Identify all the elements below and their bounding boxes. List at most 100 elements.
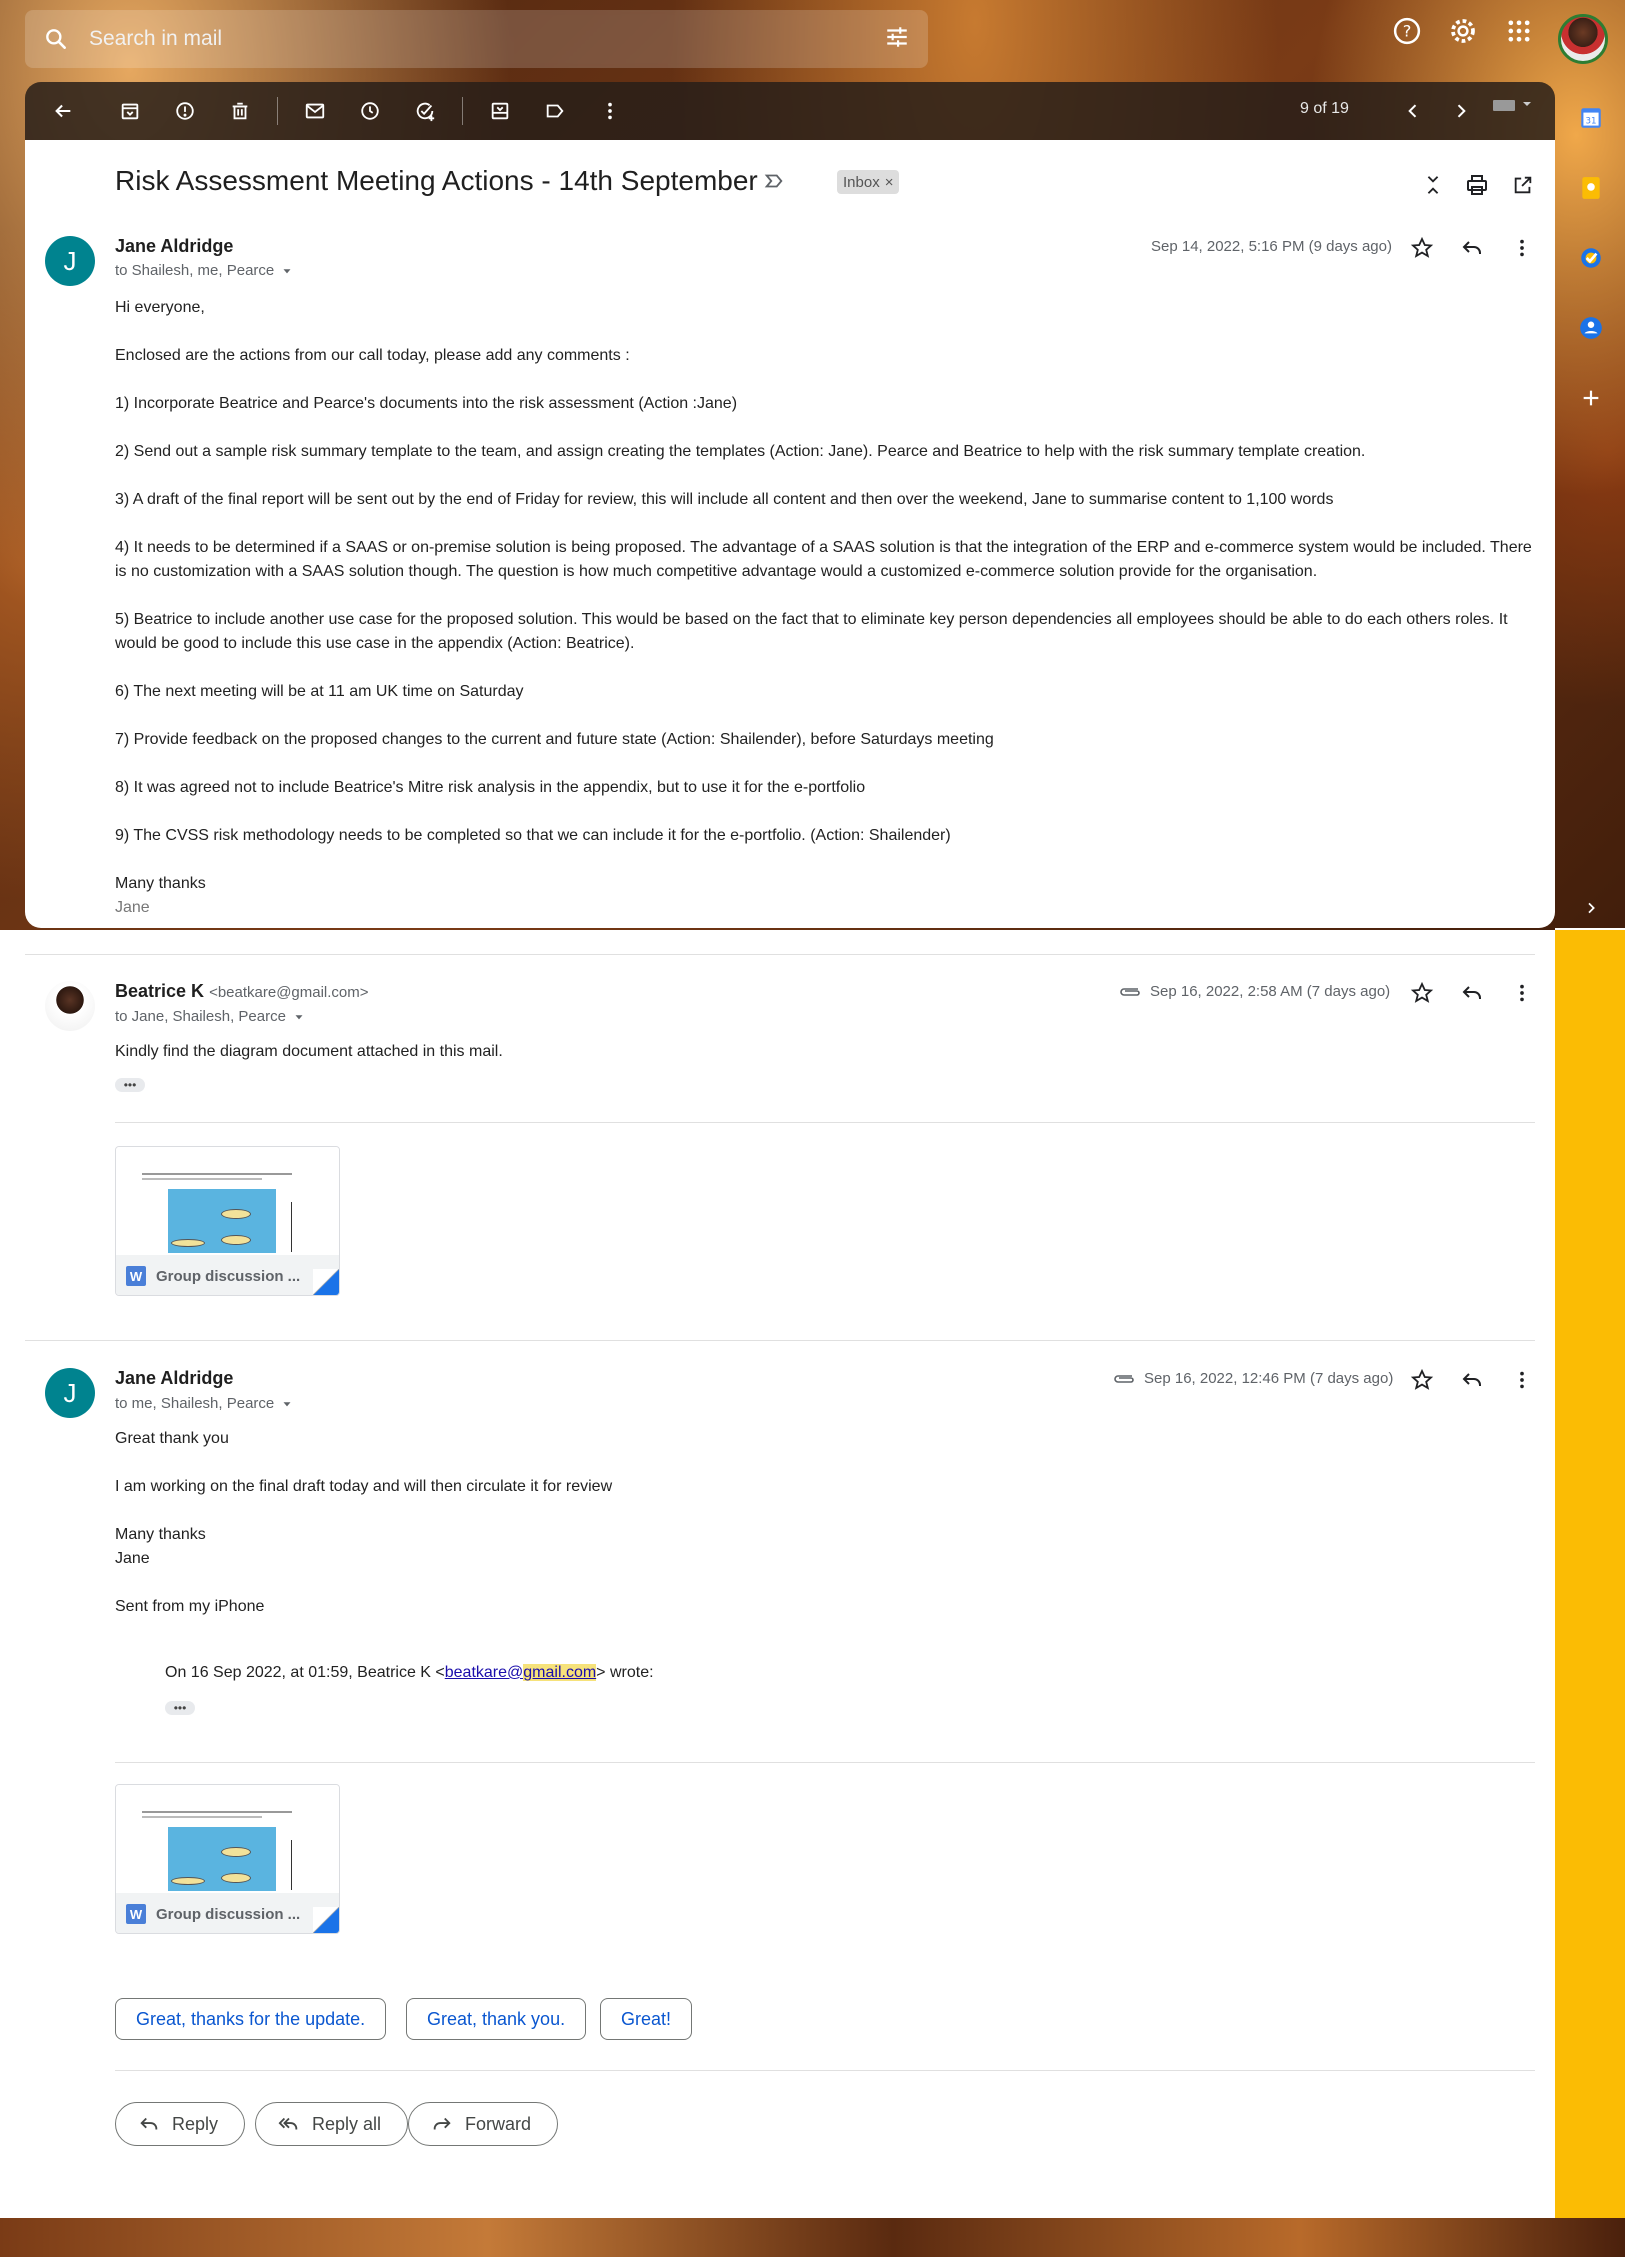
delete-icon[interactable] xyxy=(222,93,258,129)
recipients-text: to Shailesh, me, Pearce xyxy=(115,262,275,279)
sender-avatar[interactable] xyxy=(45,981,95,1031)
mark-unread-icon[interactable] xyxy=(297,93,333,129)
body-paragraph: 9) The CVSS risk methodology needs to be… xyxy=(115,827,951,844)
sender-name[interactable]: Jane Aldridge xyxy=(115,1368,233,1389)
signature: Jane xyxy=(115,899,150,916)
reply-button[interactable]: Reply xyxy=(115,2102,246,2146)
quoted-email-link[interactable]: beatkare@gmail.com xyxy=(444,1664,597,1681)
search-options-icon[interactable] xyxy=(884,24,910,55)
report-spam-icon[interactable] xyxy=(167,93,203,129)
inbox-label-chip[interactable]: Inbox × xyxy=(837,170,900,194)
sender-name[interactable]: Beatrice K <beatkare@gmail.com> xyxy=(115,981,369,1002)
contacts-icon[interactable] xyxy=(1573,310,1609,346)
reply-icon[interactable] xyxy=(1456,1364,1488,1396)
help-icon[interactable]: ? xyxy=(1390,14,1424,48)
message-body: Kindly find the diagram document attache… xyxy=(115,1043,503,1060)
message-divider xyxy=(25,1340,1535,1341)
more-vert-icon[interactable] xyxy=(1506,1364,1538,1396)
message-body: Great thank you I am working on the fina… xyxy=(115,1427,1535,1643)
back-arrow-icon[interactable] xyxy=(45,93,81,129)
attachment-divider xyxy=(115,1762,1535,1763)
star-icon[interactable] xyxy=(1406,977,1438,1009)
chevron-down-icon[interactable] xyxy=(292,1010,306,1024)
body-paragraph: 8) It was agreed not to include Beatrice… xyxy=(115,779,866,796)
apps-grid-icon[interactable] xyxy=(1502,14,1536,48)
forward-icon xyxy=(433,2117,451,2130)
thread-subject: Risk Assessment Meeting Actions - 14th S… xyxy=(115,165,758,196)
star-icon[interactable] xyxy=(1406,1364,1438,1396)
message-toolbar: 9 of 19 xyxy=(25,82,1555,140)
open-new-window-icon[interactable] xyxy=(1506,168,1540,202)
smart-reply-button[interactable]: Great! xyxy=(600,1998,693,2040)
message-date-text: Sep 16, 2022, 2:58 AM (7 days ago) xyxy=(1150,983,1391,1000)
attachment-thumbnail xyxy=(116,1147,339,1255)
body-paragraph: 2) Send out a sample risk summary templa… xyxy=(115,443,1366,460)
forward-label: Forward xyxy=(465,2113,532,2134)
chevron-right-icon[interactable] xyxy=(1583,900,1599,921)
reply-icon[interactable] xyxy=(1456,232,1488,264)
body-paragraph: 5) Beatrice to include another use case … xyxy=(115,611,1508,652)
more-vert-icon[interactable] xyxy=(1506,977,1538,1009)
inbox-label-text: Inbox xyxy=(843,173,880,191)
side-panel xyxy=(1555,930,1625,2218)
svg-text:?: ? xyxy=(1403,22,1412,41)
keyboard-icon[interactable] xyxy=(1489,93,1539,117)
quoted-email-domain: gmail.com xyxy=(523,1664,597,1681)
forward-button[interactable]: Forward xyxy=(408,2102,559,2146)
chevron-right-icon[interactable] xyxy=(1443,93,1479,129)
star-icon[interactable] xyxy=(1406,232,1438,264)
body-paragraph: 3) A draft of the final report will be s… xyxy=(115,491,1334,508)
sender-name-text: Beatrice K xyxy=(115,981,205,1001)
sender-avatar[interactable]: J xyxy=(45,1368,95,1418)
smart-reply-button[interactable]: Great, thanks for the update. xyxy=(115,1998,387,2040)
quote-suffix: > wrote: xyxy=(596,1664,654,1681)
important-marker-icon[interactable] xyxy=(763,170,785,197)
body-paragraph: Enclosed are the actions from our call t… xyxy=(115,347,630,364)
recipients[interactable]: to me, Shailesh, Pearce xyxy=(115,1395,294,1412)
attachment-card[interactable]: W Group discussion ... xyxy=(115,1146,340,1296)
quoted-email-local: beatkare@ xyxy=(444,1664,524,1681)
chevron-down-icon[interactable] xyxy=(280,264,294,278)
attachment-footer: W Group discussion ... xyxy=(116,1893,339,1933)
search-bar[interactable] xyxy=(25,10,928,68)
recipients[interactable]: to Jane, Shailesh, Pearce xyxy=(115,1008,306,1025)
archive-icon[interactable] xyxy=(112,93,148,129)
signoff: Many thanks xyxy=(115,1526,206,1543)
account-avatar[interactable] xyxy=(1558,14,1608,64)
svg-text:31: 31 xyxy=(1585,116,1596,126)
message-divider xyxy=(25,954,1535,955)
add-task-icon[interactable] xyxy=(407,93,443,129)
search-input[interactable] xyxy=(89,27,884,51)
word-doc-icon: W xyxy=(126,1266,146,1286)
chevron-left-icon[interactable] xyxy=(1395,93,1431,129)
label-icon[interactable] xyxy=(537,93,573,129)
gear-icon[interactable] xyxy=(1446,14,1480,48)
reply-icon[interactable] xyxy=(1456,977,1488,1009)
collapse-all-icon[interactable] xyxy=(1416,168,1450,202)
print-icon[interactable] xyxy=(1460,168,1494,202)
recipients[interactable]: to Shailesh, me, Pearce xyxy=(115,262,294,279)
keep-icon[interactable] xyxy=(1573,170,1609,206)
more-vert-icon[interactable] xyxy=(1506,232,1538,264)
reply-all-button[interactable]: Reply all xyxy=(255,2102,409,2146)
reply-label: Reply xyxy=(172,2113,219,2134)
remove-label-icon[interactable]: × xyxy=(885,174,894,191)
reply-all-label: Reply all xyxy=(312,2113,382,2134)
add-addon-icon[interactable] xyxy=(1573,380,1609,416)
sender-name[interactable]: Jane Aldridge xyxy=(115,236,233,257)
smart-reply-button[interactable]: Great, thank you. xyxy=(406,1998,587,2040)
show-trimmed-button[interactable]: ••• xyxy=(165,1701,195,1715)
more-vert-icon[interactable] xyxy=(592,93,628,129)
toolbar-divider xyxy=(277,97,278,125)
snooze-icon[interactable] xyxy=(352,93,388,129)
message-date-text: Sep 16, 2022, 12:46 PM (7 days ago) xyxy=(1144,1370,1394,1387)
move-to-icon[interactable] xyxy=(482,93,518,129)
calendar-icon[interactable]: 31 xyxy=(1573,100,1609,136)
attachment-card[interactable]: W Group discussion ... xyxy=(115,1784,340,1934)
chevron-down-icon[interactable] xyxy=(280,1397,294,1411)
search-icon[interactable] xyxy=(43,26,69,52)
attachment-divider xyxy=(115,1122,1535,1123)
show-trimmed-button[interactable]: ••• xyxy=(115,1078,145,1092)
tasks-icon[interactable] xyxy=(1573,240,1609,276)
sender-avatar[interactable]: J xyxy=(45,236,95,286)
